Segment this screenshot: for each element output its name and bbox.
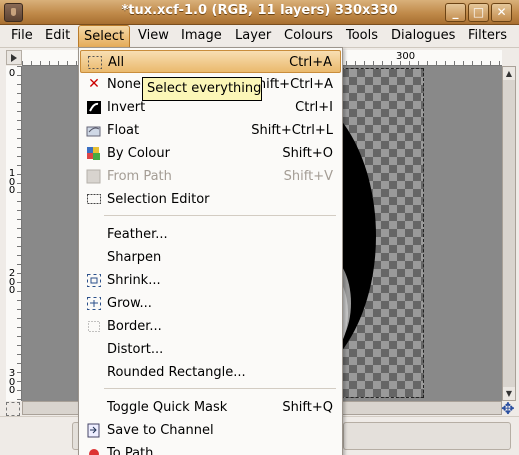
vruler-label-100: 100 xyxy=(8,168,16,196)
menu-item-grow[interactable]: Grow... xyxy=(80,292,341,315)
vertical-ruler[interactable]: 0 100 200 300 xyxy=(6,66,22,401)
menu-filters[interactable]: Filters xyxy=(463,25,512,48)
menu-item-border[interactable]: Border... xyxy=(80,315,341,338)
quick-mask-toggle-icon[interactable] xyxy=(6,402,20,416)
vertical-scrollbar[interactable]: ▲ ▼ xyxy=(502,66,516,401)
select-all-icon xyxy=(87,55,103,70)
menu-item-by-colour[interactable]: By Colour Shift+O xyxy=(80,142,341,165)
menu-item-save-to-channel[interactable]: Save to Channel xyxy=(80,419,341,442)
ruler-label-300: 300 xyxy=(396,51,416,62)
menu-item-float[interactable]: Float Shift+Ctrl+L xyxy=(80,119,341,142)
menubar: File Edit Select View Image Layer Colour… xyxy=(0,25,519,48)
title-bar: *tux.xcf-1.0 (RGB, 11 layers) 330x330 _ … xyxy=(0,0,519,25)
menu-item-from-path[interactable]: From Path Shift+V xyxy=(80,165,341,188)
menu-item-to-path[interactable]: To Path xyxy=(80,442,341,455)
tooltip: Select everything xyxy=(142,77,262,101)
by-colour-icon xyxy=(86,146,102,161)
menu-item-shrink[interactable]: Shrink... xyxy=(80,269,341,292)
menu-file[interactable]: File xyxy=(6,25,38,48)
from-path-icon xyxy=(86,169,102,184)
menu-item-sharpen[interactable]: Sharpen xyxy=(80,246,341,269)
menu-colours[interactable]: Colours xyxy=(279,25,338,48)
vruler-label-200: 200 xyxy=(8,268,16,296)
select-menu: All Ctrl+A ✕ None hift+Ctrl+A Invert Ctr… xyxy=(78,47,343,455)
border-icon xyxy=(86,319,102,334)
menu-view[interactable]: View xyxy=(133,25,174,48)
ruler-menu-button[interactable] xyxy=(6,50,22,65)
menu-separator xyxy=(104,388,336,389)
menu-edit[interactable]: Edit xyxy=(40,25,75,48)
menu-dialogues[interactable]: Dialogues xyxy=(386,25,460,48)
menu-item-rounded-rectangle[interactable]: Rounded Rectangle... xyxy=(80,361,341,384)
shrink-icon xyxy=(86,273,102,288)
menu-item-all[interactable]: All Ctrl+A xyxy=(80,50,341,73)
menu-separator xyxy=(104,215,336,216)
to-path-icon xyxy=(86,446,102,455)
scroll-up-icon[interactable]: ▲ xyxy=(503,67,515,80)
minimize-button[interactable]: _ xyxy=(445,3,466,22)
menu-item-distort[interactable]: Distort... xyxy=(80,338,341,361)
select-none-icon: ✕ xyxy=(88,76,100,92)
invert-icon xyxy=(86,100,102,115)
window-title: *tux.xcf-1.0 (RGB, 11 layers) 330x330 xyxy=(121,3,398,18)
menu-layer[interactable]: Layer xyxy=(230,25,276,48)
grow-icon xyxy=(86,296,102,311)
float-icon xyxy=(86,123,102,138)
maximize-button[interactable]: □ xyxy=(468,3,489,22)
vruler-label-0: 0 xyxy=(8,68,16,79)
status-message xyxy=(343,422,511,450)
close-button[interactable]: ✕ xyxy=(491,3,512,22)
menu-item-feather[interactable]: Feather... xyxy=(80,223,341,246)
menu-item-toggle-quick-mask[interactable]: Toggle Quick Mask Shift+Q xyxy=(80,396,341,419)
navigate-icon[interactable]: ✥ xyxy=(500,401,516,417)
menu-image[interactable]: Image xyxy=(176,25,227,48)
vruler-label-300: 300 xyxy=(8,368,16,396)
menu-item-selection-editor[interactable]: Selection Editor xyxy=(80,188,341,211)
selection-editor-icon xyxy=(86,192,102,207)
menu-select[interactable]: Select xyxy=(78,25,131,48)
save-channel-icon xyxy=(86,423,102,438)
menu-tools[interactable]: Tools xyxy=(341,25,383,48)
